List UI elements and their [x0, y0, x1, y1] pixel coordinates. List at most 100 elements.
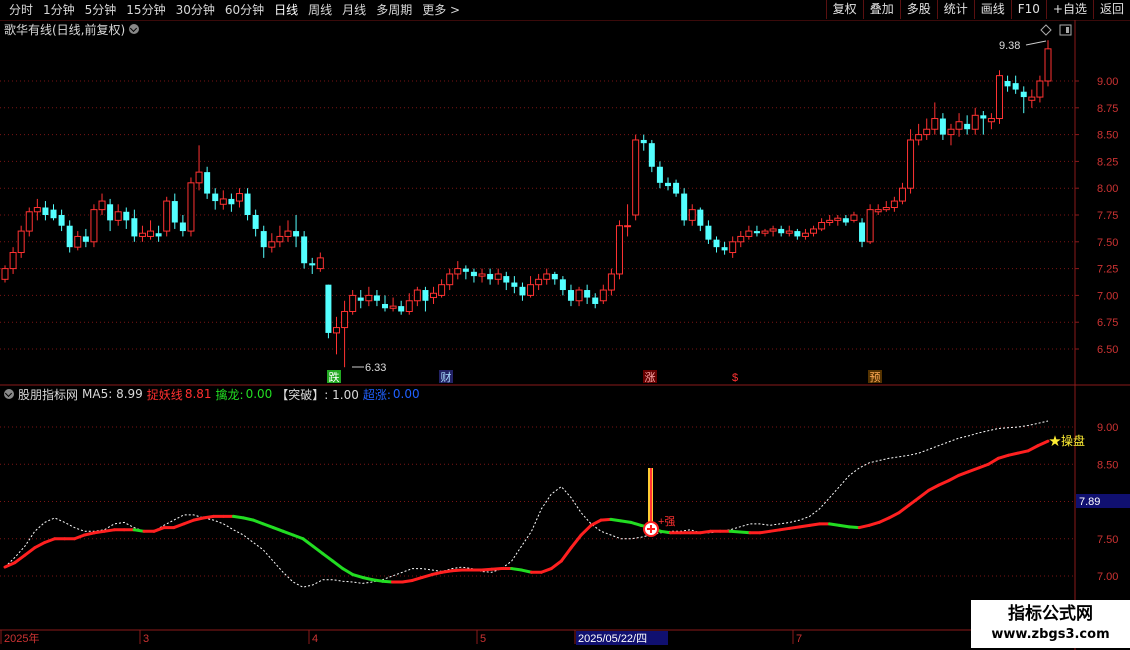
candle-body-up	[995, 75, 1003, 120]
chevron-down-icon[interactable]	[129, 24, 140, 34]
ma5-line	[4, 420, 1049, 588]
candle-body-down	[842, 218, 849, 223]
candle-body-down	[1012, 83, 1019, 90]
candle-body-up	[737, 235, 745, 243]
yaoxian-segment	[907, 496, 921, 507]
watermark-url: www.zbgs3.com	[991, 627, 1110, 642]
yaoxian-segment	[341, 567, 355, 577]
candle-body-up	[446, 273, 454, 286]
high-price-label: 9.38	[999, 40, 1020, 52]
period-tab-5[interactable]: 60分钟	[220, 2, 269, 18]
candle-body-down	[462, 268, 469, 272]
event-marker-1: 财	[441, 370, 452, 384]
candle-body-up	[599, 289, 607, 302]
candle-body-up	[268, 241, 276, 248]
candle-body-down	[123, 211, 130, 221]
yaoxian-label: 捉妖线	[146, 387, 183, 402]
yaoxian-segment	[33, 540, 47, 550]
toolbar-button-2[interactable]: 多股	[899, 0, 937, 19]
yaoxian-segment	[539, 567, 553, 574]
date-label-2: 4	[312, 633, 318, 645]
yaoxian-segment	[768, 528, 782, 533]
period-tab-6[interactable]: 日线	[269, 2, 303, 18]
toolbar-actions: 复权 叠加 多股 统计 画线 F10 +自选 返回	[825, 0, 1130, 19]
period-tab-1[interactable]: 1分钟	[38, 2, 80, 18]
candle-body-up	[729, 241, 737, 254]
yaoxian-segment	[291, 533, 305, 541]
yaoxian-segment	[827, 522, 841, 527]
price-tick-label: 7.50	[1097, 237, 1118, 249]
candle-body-down	[325, 284, 332, 333]
yaoxian-segment	[1006, 451, 1020, 457]
candle-body-down	[648, 143, 655, 167]
toolbar-button-5[interactable]: F10	[1010, 0, 1046, 19]
candle-body-down	[382, 303, 389, 309]
yaoxian-segment	[420, 573, 434, 579]
candle-body-down	[470, 271, 477, 277]
candle-body-down	[309, 263, 316, 266]
yaoxian-segment	[659, 529, 673, 535]
period-tab-9[interactable]: 多周期	[371, 2, 417, 18]
yaoxian-segment	[569, 533, 583, 550]
yaoxian-segment	[311, 544, 325, 556]
candle-body-up	[90, 209, 98, 243]
yaoxian-segment	[192, 516, 206, 522]
price-tick-label: 8.25	[1097, 156, 1118, 168]
indicator-header: 股朋指标网 MA5: 8.99 捉妖线 8.81 擒龙: 0.00 【突破】: …	[0, 386, 424, 402]
stock-chart-svg[interactable]: 9.00 8.75 8.50 8.25 8.00 7.75 7.50 7.25 7.00 6.75…	[0, 0, 1130, 650]
candle-body-down	[794, 231, 801, 237]
ma5-label: MA5: 8.99	[82, 387, 143, 401]
candle-body-down	[212, 193, 219, 202]
yaoxian-value: 8.81	[184, 387, 212, 401]
candle-body-up	[810, 228, 818, 234]
period-tab-8[interactable]: 月线	[337, 2, 371, 18]
candle-body-down	[859, 222, 866, 242]
toolbar-button-1[interactable]: 叠加	[862, 0, 900, 19]
yaoxian-segment	[808, 522, 822, 527]
yaoxian-segment	[102, 528, 116, 533]
candle-body-down	[551, 273, 558, 280]
diamond-icon	[1040, 24, 1052, 36]
candle-body-up	[834, 217, 842, 221]
date-label-0: 2025年	[4, 631, 39, 645]
price-tick-label: 8.00	[1097, 183, 1118, 195]
candle-body-down	[664, 182, 671, 187]
candle-body-up	[219, 198, 227, 205]
candle-body-down	[58, 215, 65, 226]
candle-body-down	[721, 247, 728, 251]
toolbar-button-6[interactable]: +自选	[1045, 0, 1093, 19]
yaoxian-segment	[261, 522, 275, 530]
candle-body-up	[1, 268, 9, 280]
yaoxian-segment	[1016, 449, 1030, 455]
candle-body-down	[373, 295, 380, 301]
price-tick-label: 8.75	[1097, 103, 1118, 115]
candle-body-up	[745, 230, 753, 237]
toolbar-button-4[interactable]: 画线	[973, 0, 1011, 19]
yaoxian-segment	[897, 503, 911, 515]
date-label-3: 5	[480, 633, 486, 645]
yaoxian-segment	[837, 523, 851, 529]
candle-body-down	[753, 231, 760, 234]
period-tab-4[interactable]: 30分钟	[171, 2, 220, 18]
yaoxian-segment	[301, 537, 315, 548]
yaoxian-segment	[321, 552, 335, 563]
candle-body-up	[454, 268, 462, 275]
date-label-4: 2025/05/22/四	[578, 633, 647, 645]
toolbar-button-0[interactable]: 复权	[825, 0, 863, 19]
qinlong-label: 擒龙:	[215, 387, 244, 402]
event-marker-0: 跌	[329, 370, 340, 384]
period-tab-3[interactable]: 15分钟	[121, 2, 170, 18]
yaoxian-segment	[579, 523, 593, 537]
toolbar-button-3[interactable]: 统计	[936, 0, 974, 19]
yaoxian-segment	[867, 520, 881, 527]
yaoxian-segment	[450, 568, 464, 573]
toolbar-button-7[interactable]: 返回	[1092, 0, 1130, 19]
period-tab-7[interactable]: 周线	[303, 2, 337, 18]
chart-title-bar: 歌华有线(日线,前复权)	[0, 21, 140, 37]
candle-body-up	[1036, 80, 1044, 98]
period-tab-0[interactable]: 分时	[4, 2, 38, 18]
yaoxian-segment	[758, 529, 772, 535]
chevron-down-icon[interactable]	[4, 389, 14, 399]
period-tab-10[interactable]: 更多 >	[417, 2, 465, 18]
period-tab-2[interactable]: 5分钟	[80, 2, 122, 18]
